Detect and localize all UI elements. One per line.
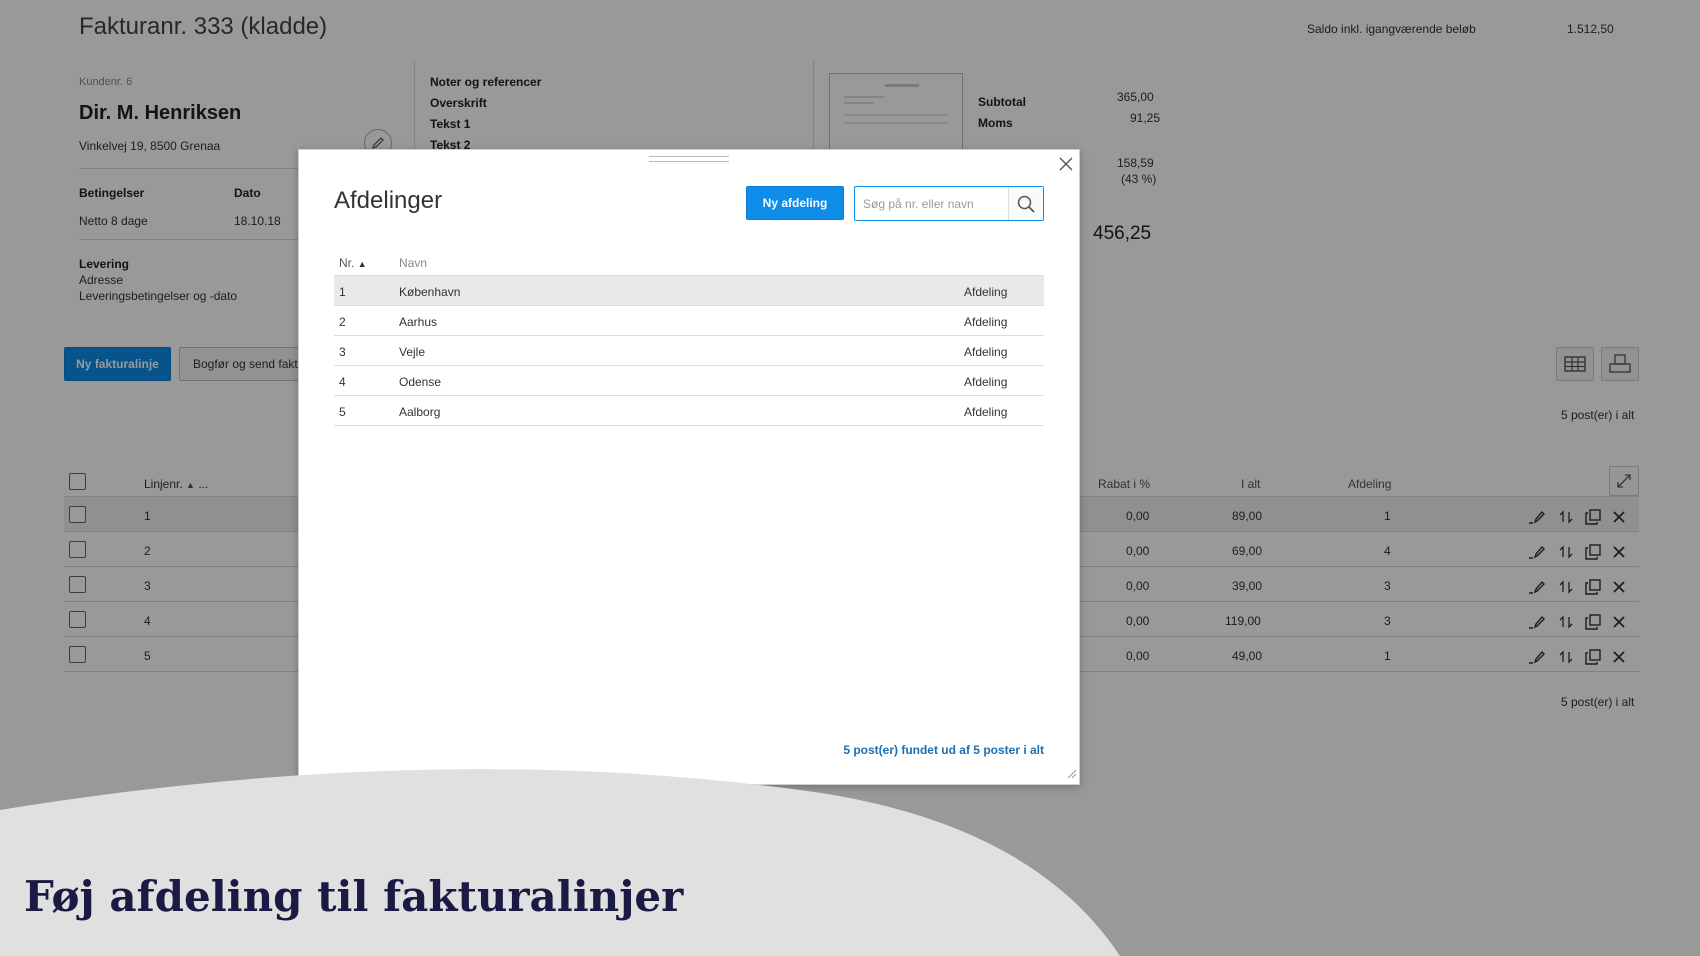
department-row-1[interactable]: 1 København Afdeling	[334, 276, 1044, 306]
search-icon	[1017, 195, 1035, 213]
new-department-button[interactable]: Ny afdeling	[746, 186, 844, 220]
search-field	[854, 186, 1044, 221]
col-header-nr[interactable]: Nr. ▲	[339, 256, 367, 270]
banner-title: Føj afdeling til fakturalinjer	[24, 872, 684, 921]
close-icon	[1059, 157, 1073, 171]
drag-handle[interactable]	[649, 156, 729, 162]
results-count: 5 post(er) fundet ud af 5 poster i alt	[843, 743, 1044, 757]
departments-dialog: Afdelinger Ny afdeling Nr. ▲ Navn 1 Købe…	[298, 149, 1080, 785]
sort-asc-icon: ▲	[357, 259, 367, 269]
department-row-4[interactable]: 4 Odense Afdeling	[334, 366, 1044, 396]
search-button[interactable]	[1008, 187, 1043, 220]
search-input[interactable]	[855, 187, 1009, 220]
department-row-2[interactable]: 2 Aarhus Afdeling	[334, 306, 1044, 336]
col-header-name[interactable]: Navn	[399, 256, 427, 270]
dialog-title: Afdelinger	[334, 187, 443, 214]
close-button[interactable]	[1057, 155, 1075, 173]
department-row-3[interactable]: 3 Vejle Afdeling	[334, 336, 1044, 366]
department-row-5[interactable]: 5 Aalborg Afdeling	[334, 396, 1044, 426]
title-banner-shape	[0, 769, 1120, 956]
